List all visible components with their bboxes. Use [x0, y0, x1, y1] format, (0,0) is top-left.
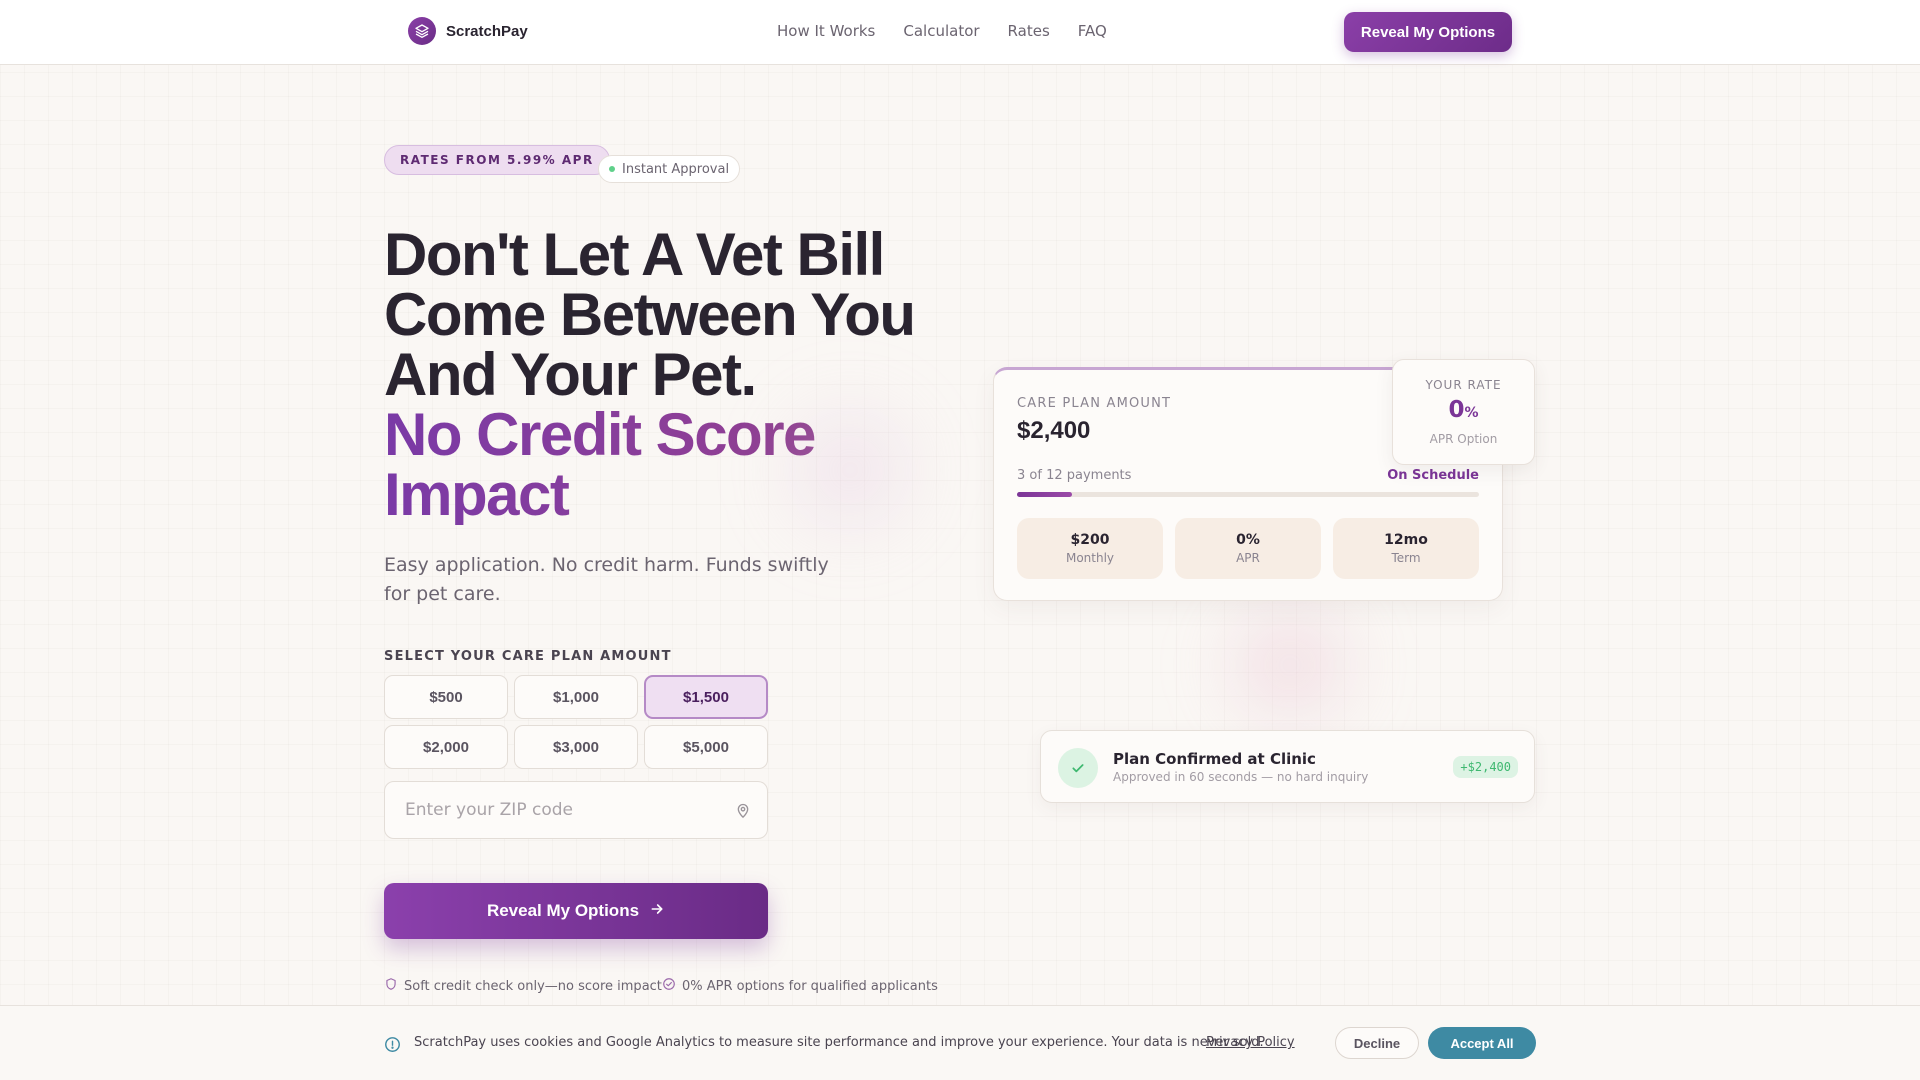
confirm-title: Plan Confirmed at Clinic [1113, 750, 1316, 768]
map-pin-icon [735, 802, 751, 823]
stat-label: Term [1391, 551, 1421, 565]
instant-approval-label: Instant Approval [622, 161, 730, 177]
reveal-options-button[interactable]: Reveal My Options [384, 883, 768, 939]
amount-option-500[interactable]: $500 [384, 675, 508, 719]
amount-option-1000[interactable]: $1,000 [514, 675, 638, 719]
layers-icon [408, 17, 436, 45]
cookie-accept-button[interactable]: Accept All [1428, 1027, 1536, 1059]
arrow-right-icon [649, 901, 665, 922]
payment-progress-bar [1017, 492, 1479, 497]
confirm-amount-chip: +$2,400 [1453, 756, 1518, 778]
trust-zero-apr-label: 0% APR options for qualified applicants [682, 978, 938, 994]
stat-apr: 0% APR [1175, 518, 1321, 579]
decorative-glow [1190, 600, 1390, 730]
brand-logo[interactable]: ScratchPay [408, 17, 528, 45]
rate-number: 0 [1448, 397, 1465, 423]
brand-name: ScratchPay [446, 22, 528, 40]
rate-value: 0% [1393, 397, 1534, 423]
rate-unit: % [1464, 405, 1479, 421]
trust-soft-check-label: Soft credit check only—no score impact [404, 978, 662, 994]
payment-status: On Schedule [1387, 468, 1479, 483]
stat-monthly: $200 Monthly [1017, 518, 1163, 579]
zip-input[interactable] [405, 782, 705, 838]
info-icon [384, 1036, 401, 1057]
nav-rates[interactable]: Rates [1008, 22, 1050, 40]
nav-calculator[interactable]: Calculator [903, 22, 979, 40]
privacy-policy-link[interactable]: Privacy Policy [1206, 1035, 1295, 1050]
amount-option-3000[interactable]: $3,000 [514, 725, 638, 769]
stat-value: $200 [1070, 532, 1110, 548]
cookie-banner: ScratchPay uses cookies and Google Analy… [0, 1005, 1920, 1080]
hero-subhead: Easy application. No credit harm. Funds … [384, 554, 829, 605]
stat-value: 0% [1236, 532, 1260, 548]
your-rate-card: YOUR RATE 0% APR Option [1392, 359, 1535, 465]
shield-icon [384, 977, 398, 995]
header-reveal-options-button[interactable]: Reveal My Options [1344, 12, 1512, 52]
amount-option-2000[interactable]: $2,000 [384, 725, 508, 769]
amount-select-label: SELECT YOUR CARE PLAN AMOUNT [384, 649, 672, 664]
plan-stats: $200 Monthly 0% APR 12mo Term [1017, 518, 1479, 579]
payment-progress-text: 3 of 12 payments [1017, 468, 1132, 483]
plan-confirmed-card: Plan Confirmed at Clinic Approved in 60 … [1040, 730, 1535, 803]
check-icon [1058, 748, 1098, 788]
confirm-subtitle: Approved in 60 seconds — no hard inquiry [1113, 770, 1369, 784]
rate-label: YOUR RATE [1425, 378, 1502, 392]
cookie-text: ScratchPay uses cookies and Google Analy… [414, 1035, 1264, 1050]
payment-progress-fill [1017, 492, 1073, 497]
stat-value: 12mo [1384, 532, 1428, 548]
decorative-glow [760, 380, 940, 560]
rates-badge: RATES FROM 5.99% APR [384, 145, 610, 175]
headline-line-1: Don't Let A Vet Bill [384, 221, 885, 288]
rate-sub: APR Option [1429, 432, 1498, 446]
care-plan-label: CARE PLAN AMOUNT [1017, 396, 1172, 411]
nav-how-it-works[interactable]: How It Works [777, 22, 875, 40]
zip-field [384, 781, 768, 839]
stat-label: Monthly [1065, 551, 1115, 565]
nav-faq[interactable]: FAQ [1078, 22, 1107, 40]
amount-option-1500[interactable]: $1,500 [644, 675, 768, 719]
care-plan-amount: $2,400 [1017, 417, 1091, 444]
cookie-decline-button[interactable]: Decline [1335, 1027, 1419, 1059]
stat-term: 12mo Term [1333, 518, 1479, 579]
amount-option-5000[interactable]: $5,000 [644, 725, 768, 769]
instant-approval-badge: Instant Approval [598, 155, 741, 183]
headline-line-2: Come Between You [384, 281, 916, 348]
main-nav: How It Works Calculator Rates FAQ [777, 22, 1107, 40]
status-dot-icon [609, 166, 615, 172]
site-header: ScratchPay How It Works Calculator Rates… [0, 0, 1920, 65]
amount-selector: $500 $1,000 $1,500 $2,000 $3,000 $5,000 [384, 675, 768, 769]
check-circle-icon [662, 977, 676, 995]
trust-zero-apr: 0% APR options for qualified applicants [662, 977, 938, 995]
reveal-options-label: Reveal My Options [486, 901, 640, 920]
trust-soft-check: Soft credit check only—no score impact [384, 977, 662, 995]
stat-label: APR [1236, 551, 1260, 565]
